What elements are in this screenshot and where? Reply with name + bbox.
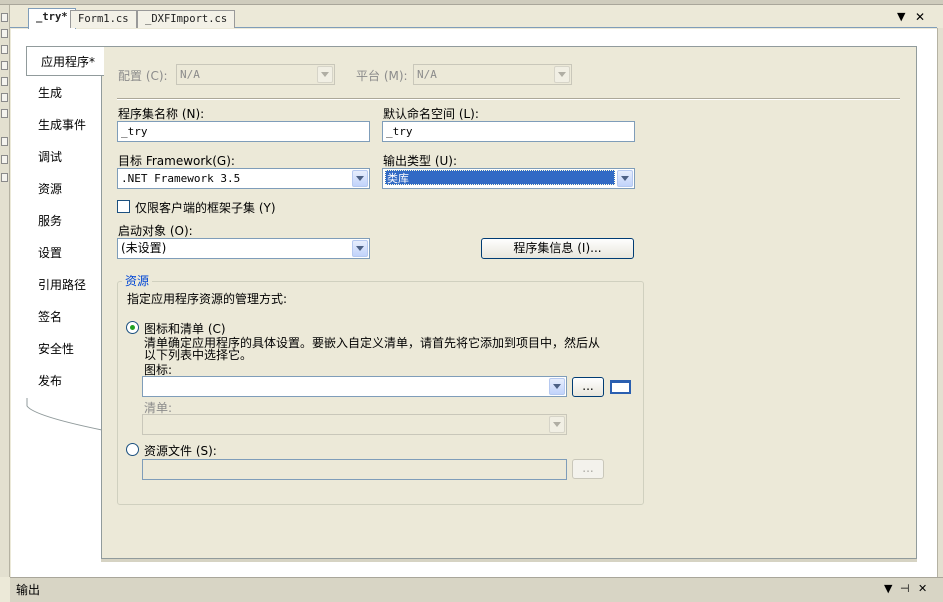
tab-list-dropdown-icon[interactable]: ▼ <box>897 11 905 23</box>
target-framework-label: 目标 Framework(G): <box>118 154 235 168</box>
resources-group-title: 资源 <box>122 272 153 289</box>
default-namespace-input[interactable]: _try <box>382 121 635 142</box>
icon-browse-button[interactable]: ... <box>572 377 604 397</box>
separator <box>117 98 900 100</box>
sidebar-item-resources[interactable]: 资源 <box>24 174 102 204</box>
resource-file-input <box>142 459 567 480</box>
toolbox-tab-icon[interactable] <box>1 155 8 164</box>
output-type-label: 输出类型 (U): <box>383 154 458 168</box>
panel-bottom-edge <box>101 559 917 562</box>
assembly-info-button[interactable]: 程序集信息 (I)... <box>481 238 634 259</box>
sidebar-item-publish[interactable]: 发布 <box>24 366 102 396</box>
sidebar-bottom-curve <box>26 398 102 431</box>
tab-try[interactable]: _try* <box>28 8 76 29</box>
output-type-combo[interactable]: 类库 <box>382 168 635 189</box>
default-namespace-label: 默认命名空间 (L): <box>383 107 479 121</box>
assembly-name-label: 程序集名称 (N): <box>118 107 205 121</box>
toolbox-tab-icon[interactable] <box>1 109 8 118</box>
icon-combo[interactable] <box>142 376 567 397</box>
sidebar-item-application[interactable]: 应用程序* <box>26 46 104 76</box>
tab-form1[interactable]: Form1.cs <box>70 10 137 28</box>
sidebar-item-signing[interactable]: 签名 <box>24 302 102 332</box>
config-label: 配置 (C): <box>118 69 168 83</box>
client-subset-label: 仅限客户端的框架子集 (Y) <box>135 201 276 215</box>
chevron-down-icon <box>554 66 570 83</box>
client-subset-checkbox[interactable] <box>117 200 130 213</box>
toolbox-tab-icon[interactable] <box>1 77 8 86</box>
sidebar-item-reference-paths[interactable]: 引用路径 <box>24 270 102 300</box>
right-panel-strip[interactable] <box>937 28 943 577</box>
startup-object-value: (未设置) <box>121 241 167 255</box>
toolbox-tab-icon[interactable] <box>1 13 8 22</box>
resource-file-browse-button: ... <box>572 459 604 479</box>
property-sidebar: 应用程序* 生成 生成事件 调试 资源 服务 设置 引用路径 签名 安全性 发布 <box>24 46 104 566</box>
target-framework-value: .NET Framework 3.5 <box>121 172 241 185</box>
sidebar-item-security[interactable]: 安全性 <box>24 334 102 364</box>
icon-preview-icon <box>610 380 631 394</box>
output-close-icon[interactable]: ✕ <box>918 582 927 595</box>
manifest-combo <box>142 414 567 435</box>
chevron-down-icon[interactable] <box>352 170 368 187</box>
chevron-down-icon <box>317 66 333 83</box>
toolbox-tab-icon[interactable] <box>1 61 8 70</box>
resources-description: 指定应用程序资源的管理方式: <box>127 292 288 306</box>
icon-manifest-radio[interactable] <box>126 321 139 334</box>
toolbox-tab-icon[interactable] <box>1 173 8 182</box>
tab-dxfimport[interactable]: _DXFImport.cs <box>137 10 236 28</box>
output-panel-header <box>10 577 943 602</box>
sidebar-item-services[interactable]: 服务 <box>24 206 102 236</box>
config-combo: N/A <box>176 64 335 85</box>
output-type-value: 类库 <box>385 170 615 185</box>
chevron-down-icon <box>549 416 565 433</box>
toolbox-tab-icon[interactable] <box>1 45 8 54</box>
sidebar-item-build-events[interactable]: 生成事件 <box>24 110 102 140</box>
resource-file-label: 资源文件 (S): <box>144 444 217 458</box>
chevron-down-icon[interactable] <box>617 170 633 187</box>
resource-file-radio[interactable] <box>126 443 139 456</box>
toolbox-strip[interactable] <box>0 5 10 577</box>
platform-label: 平台 (M): <box>356 69 408 83</box>
platform-combo: N/A <box>413 64 572 85</box>
sidebar-item-debug[interactable]: 调试 <box>24 142 102 172</box>
sidebar-item-settings[interactable]: 设置 <box>24 238 102 268</box>
target-framework-combo[interactable]: .NET Framework 3.5 <box>117 168 370 189</box>
output-dropdown-icon[interactable]: ▼ <box>884 582 892 595</box>
output-panel-title: 输出 <box>16 583 41 597</box>
assembly-name-input[interactable]: _try <box>117 121 370 142</box>
chevron-down-icon[interactable] <box>352 240 368 257</box>
chevron-down-icon[interactable] <box>549 378 565 395</box>
startup-object-combo[interactable]: (未设置) <box>117 238 370 259</box>
toolbox-tab-icon[interactable] <box>1 93 8 102</box>
sidebar-item-build[interactable]: 生成 <box>24 78 102 108</box>
toolbox-tab-icon[interactable] <box>1 29 8 38</box>
close-tab-icon[interactable]: ✕ <box>915 11 925 23</box>
config-value: N/A <box>180 68 200 81</box>
startup-object-label: 启动对象 (O): <box>118 224 193 238</box>
toolbox-tab-icon[interactable] <box>1 137 8 146</box>
document-tab-bar: _try* Form1.cs _DXFImport.cs ▼ ✕ <box>10 5 937 29</box>
platform-value: N/A <box>417 68 437 81</box>
output-pin-icon[interactable]: ⊣ <box>900 582 910 595</box>
